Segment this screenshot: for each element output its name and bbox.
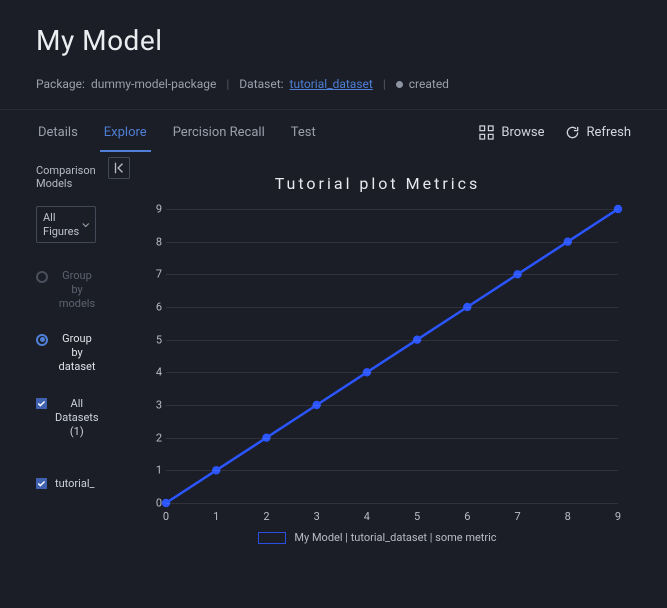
dataset-item-checkbox[interactable]: tutorial_ [36,477,98,491]
y-tick-label: 4 [138,366,162,379]
page-title: My Model [36,24,631,57]
group-by-models-label: Group by models [56,269,98,312]
gridline [166,372,618,373]
y-tick-label: 0 [138,497,162,510]
x-tick-label: 5 [414,510,420,523]
gridline [166,503,618,504]
refresh-button[interactable]: Refresh [565,125,631,140]
status-text: created [409,77,449,91]
browse-label: Browse [501,125,544,140]
tab-explore[interactable]: Explore [102,113,149,152]
y-tick-label: 5 [138,333,162,346]
refresh-label: Refresh [587,125,631,140]
y-tick-label: 6 [138,301,162,314]
y-tick-label: 7 [138,268,162,281]
gridline [166,340,618,341]
gridline [166,307,618,308]
x-tick-label: 0 [163,510,169,523]
tab-percision-recall[interactable]: Percision Recall [171,113,267,152]
package-label: Package: [36,77,85,91]
figures-dropdown-label: All Figures [43,211,82,237]
all-datasets-label: All Datasets (1) [55,397,99,440]
grid-icon [479,125,494,140]
tab-details[interactable]: Details [36,113,80,152]
chart-title: Tutorial plot Metrics [116,174,639,193]
chart-line [166,209,618,503]
chevron-down-icon [82,220,90,230]
gridline [166,209,618,210]
tabs: Details Explore Percision Recall Test [36,110,318,154]
radio-icon [36,271,48,283]
figures-dropdown[interactable]: All Figures [36,206,96,242]
gridline [166,438,618,439]
dataset-item-label: tutorial_ [55,477,94,491]
y-tick-label: 1 [138,464,162,477]
radio-icon [36,334,48,346]
browse-button[interactable]: Browse [479,125,544,140]
gridline [166,405,618,406]
separator: | [383,77,386,91]
y-tick-label: 2 [138,431,162,444]
refresh-icon [565,125,580,140]
all-datasets-checkbox[interactable]: All Datasets (1) [36,397,98,440]
gridline [166,470,618,471]
y-tick-label: 3 [138,399,162,412]
group-by-dataset-label: Group by dataset [56,332,98,375]
checkbox-icon [36,478,47,489]
group-by-dataset-radio[interactable]: Group by dataset [36,332,98,375]
tab-test[interactable]: Test [289,113,318,152]
legend-swatch-icon [258,532,286,544]
status-dot-icon [396,81,403,88]
separator: | [226,77,229,91]
meta-row: Package: dummy-model-package | Dataset: … [36,77,631,91]
x-tick-label: 1 [213,510,219,523]
x-tick-label: 4 [364,510,370,523]
chart-legend: My Model | tutorial_dataset | some metri… [116,531,639,544]
sidebar: Comparison Models All Figures Group by m… [0,154,106,608]
x-tick-label: 2 [263,510,269,523]
x-tick-label: 3 [314,510,320,523]
y-tick-label: 9 [138,203,162,216]
checkbox-icon [36,398,47,409]
dataset-label: Dataset: [239,77,283,91]
chart-plot: 01234567890123456789 [138,209,618,529]
x-tick-label: 8 [565,510,571,523]
group-by-models-radio[interactable]: Group by models [36,269,98,312]
package-name: dummy-model-package [91,77,216,91]
chart-area: Tutorial plot Metrics 0 1 2 3 4 5 6 7 8 9 0 1 2 3 4 5 6 7… [106,154,667,608]
gridline [166,242,618,243]
legend-label: My Model | tutorial_dataset | some metri… [294,531,496,544]
sidebar-heading: Comparison Models [36,164,98,190]
y-tick-label: 8 [138,235,162,248]
x-tick-label: 6 [464,510,470,523]
gridline [166,274,618,275]
dataset-link[interactable]: tutorial_dataset [290,77,373,91]
x-tick-label: 7 [514,510,520,523]
x-tick-label: 9 [615,510,621,523]
